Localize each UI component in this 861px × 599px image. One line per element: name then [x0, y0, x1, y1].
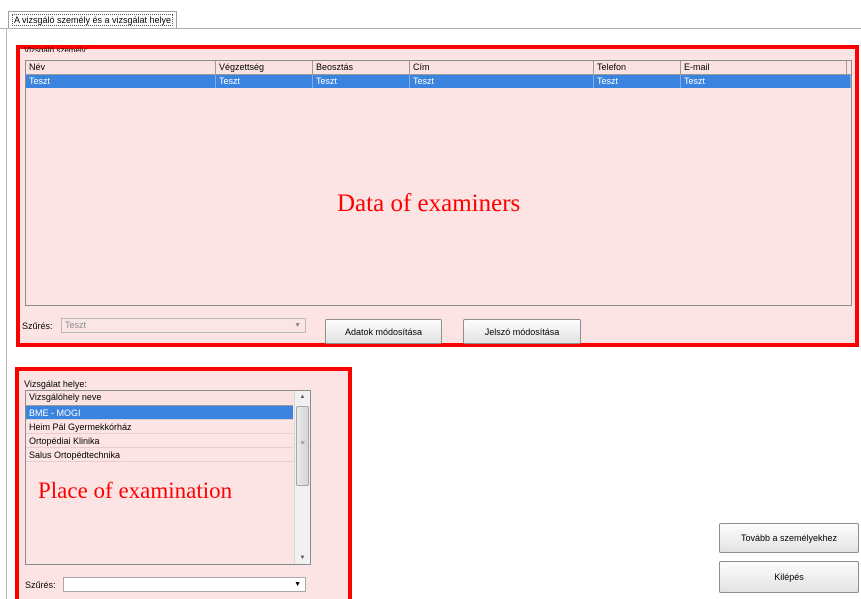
- examiners-filter-label: Szűrés:: [22, 321, 53, 331]
- change-password-button[interactable]: Jelszó módosítása: [463, 319, 581, 344]
- modify-data-button[interactable]: Adatok módosítása: [325, 319, 442, 344]
- next-to-persons-button[interactable]: Tovább a személyekhez: [719, 523, 859, 553]
- place-filter-combo[interactable]: ▼: [63, 577, 306, 592]
- examiners-filter-combo[interactable]: Teszt ▼: [61, 318, 306, 333]
- column-header-email[interactable]: E-mail: [681, 61, 847, 74]
- scrollbar-thumb[interactable]: ≡: [296, 406, 309, 486]
- tab-label: A vizsgáló személy és a vizsgálat helye: [11, 14, 174, 26]
- left-border: [6, 28, 7, 599]
- examiner-name-cell: Teszt: [26, 75, 216, 88]
- scroll-up-icon[interactable]: ▲: [295, 394, 310, 400]
- examiners-header-row: Név Végzettség Beosztás Cím Telefon E-ma…: [26, 61, 851, 75]
- column-header-position[interactable]: Beosztás: [313, 61, 410, 74]
- examiners-filter-value: Teszt: [65, 320, 87, 330]
- exit-button[interactable]: Kilépés: [719, 561, 859, 593]
- place-list-scrollbar[interactable]: ▲ ≡ ▼: [294, 391, 310, 564]
- column-header-address[interactable]: Cím: [410, 61, 594, 74]
- place-item[interactable]: Salus Ortopédtechnika: [26, 448, 293, 462]
- place-annotation: Place of examination: [38, 478, 233, 503]
- place-item[interactable]: Ortopédiai Klinika: [26, 434, 293, 448]
- examiner-row[interactable]: Teszt Teszt Teszt Teszt Teszt Teszt: [26, 75, 851, 88]
- examiner-email-cell: Teszt: [681, 75, 851, 88]
- place-filter-label: Szűrés:: [25, 580, 56, 590]
- place-group-label: Vizsgálat helye:: [24, 379, 87, 389]
- grip-icon: ≡: [300, 440, 305, 447]
- examiner-position-cell: Teszt: [313, 75, 410, 88]
- column-header-name[interactable]: Név: [26, 61, 216, 74]
- examiner-phone-cell: Teszt: [594, 75, 681, 88]
- examiners-annotation: Data of examiners: [337, 190, 521, 217]
- chevron-down-icon: ▼: [294, 581, 301, 588]
- examiners-list[interactable]: Név Végzettség Beosztás Cím Telefon E-ma…: [25, 60, 852, 306]
- column-header-phone[interactable]: Telefon: [594, 61, 681, 74]
- column-header-place-name[interactable]: Vizsgálóhely neve: [26, 391, 293, 405]
- place-header-row: Vizsgálóhely neve: [26, 391, 293, 406]
- tab-examiner-and-place[interactable]: A vizsgáló személy és a vizsgálat helye: [8, 11, 177, 28]
- examiners-group-label: Vizsgáló személy:: [24, 47, 88, 52]
- chevron-down-icon: ▼: [294, 322, 301, 329]
- examiner-education-cell: Teszt: [216, 75, 313, 88]
- tab-divider: [0, 28, 861, 29]
- place-item[interactable]: BME - MOGI: [26, 406, 293, 420]
- scroll-down-icon[interactable]: ▼: [295, 555, 310, 561]
- examiners-panel: Vizsgáló személy: Név Végzettség Beosztá…: [16, 45, 859, 347]
- column-header-education[interactable]: Végzettség: [216, 61, 313, 74]
- place-item[interactable]: Heim Pál Gyermekkórház: [26, 420, 293, 434]
- place-list[interactable]: Vizsgálóhely neve BME - MOGI Heim Pál Gy…: [25, 390, 311, 565]
- place-panel: Vizsgálat helye: Vizsgálóhely neve BME -…: [15, 367, 352, 599]
- examiner-address-cell: Teszt: [410, 75, 594, 88]
